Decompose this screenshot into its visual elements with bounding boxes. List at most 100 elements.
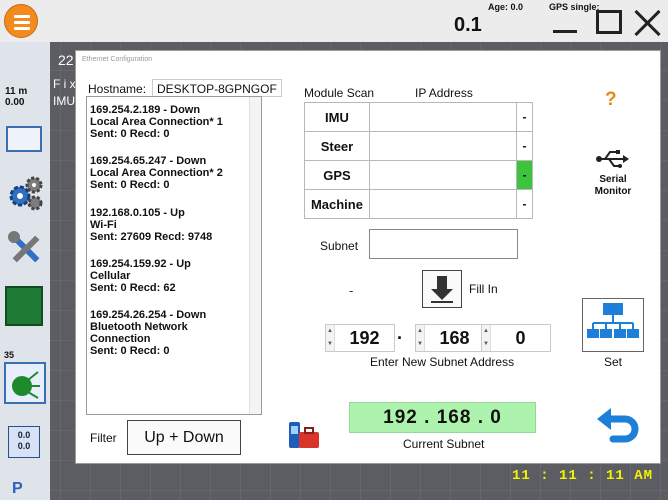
- offset-readout[interactable]: 0.0 0.0: [8, 426, 40, 458]
- back-arrow-icon[interactable]: [595, 405, 639, 449]
- module-status: -: [516, 189, 533, 219]
- module-name: Steer: [304, 131, 370, 161]
- interface-address: 169.254.159.92 - Up: [90, 258, 191, 270]
- maximize-icon[interactable]: [596, 10, 622, 34]
- set-button[interactable]: [582, 298, 644, 352]
- fill-in-button[interactable]: [422, 270, 462, 308]
- distance-readout: 11 m 0.00: [5, 86, 27, 108]
- module-ip: [368, 189, 518, 219]
- top-bar: Age: 0.0 GPS single: 0.1: [0, 0, 668, 42]
- interface-item: 169.254.2.189 - Down Local Area Connecti…: [90, 104, 223, 140]
- module-scan-table: IMU - Steer - GPS - Machine -: [304, 102, 533, 219]
- p-label: P: [12, 480, 23, 497]
- interface-address: 192.168.0.105 - Up: [90, 207, 185, 219]
- octet-1-stepper[interactable]: ▲ ▼ 192: [325, 324, 395, 352]
- octet-2-value: 168: [439, 327, 470, 348]
- octet-spin-icon[interactable]: ▲ ▼: [326, 325, 335, 351]
- module-status: -: [516, 131, 533, 161]
- module-ip: [368, 131, 518, 161]
- fill-in-label: Fill In: [469, 282, 498, 296]
- offset-value-2: 0.0: [17, 441, 31, 451]
- enter-subnet-label: Enter New Subnet Address: [370, 355, 515, 369]
- octet-separator: ·: [397, 328, 403, 348]
- usb-icon[interactable]: [595, 148, 629, 170]
- filter-button[interactable]: Up + Down: [127, 420, 241, 455]
- close-icon[interactable]: [633, 8, 663, 38]
- interface-address: 169.254.65.247 - Down: [90, 155, 207, 167]
- toolbox-icon[interactable]: [287, 420, 321, 452]
- interface-list-scrollbar[interactable]: [249, 97, 261, 414]
- hostname-value: DESKTOP-8GPNGOF: [152, 79, 282, 97]
- current-subnet-label: Current Subnet: [403, 437, 485, 451]
- module-status: -: [516, 102, 533, 132]
- interface-stats: Sent: 0 Recd: 0: [90, 179, 170, 191]
- module-name: IMU: [304, 102, 370, 132]
- distance-unit: 11 m: [5, 86, 28, 97]
- interface-name: Bluetooth Network: [90, 321, 188, 333]
- ip-address-label: IP Address: [415, 86, 473, 100]
- arrow-down-icon: [431, 276, 453, 303]
- filter-label: Filter: [90, 431, 117, 445]
- minimize-icon[interactable]: [553, 30, 577, 33]
- hostname-label: Hostname:: [88, 82, 147, 96]
- tools-icon[interactable]: [7, 230, 45, 268]
- clock: 11 : 11 : 11 AM: [512, 468, 654, 484]
- hamburger-menu-icon[interactable]: [4, 4, 38, 38]
- module-row-machine: Machine -: [304, 189, 533, 219]
- interface-stats: Sent: 0 Recd: 0: [90, 128, 170, 140]
- interface-name: Local Area Connection* 1: [90, 116, 223, 128]
- interface-name-cont: Connection: [90, 333, 151, 345]
- module-ip: [368, 160, 518, 190]
- field-map-icon[interactable]: [5, 286, 43, 326]
- offset-value-1: 0.0: [17, 430, 31, 440]
- bg-label-imu: IMU: [53, 94, 75, 108]
- set-label: Set: [604, 355, 623, 369]
- gps-status: GPS single:: [549, 2, 600, 12]
- interface-name: Wi-Fi: [90, 219, 117, 231]
- interface-name: Local Area Connection* 2: [90, 167, 223, 179]
- octet-1-value: 192: [349, 327, 380, 348]
- module-row-gps: GPS -: [304, 160, 533, 190]
- interface-address: 169.254.26.254 - Down: [90, 309, 207, 321]
- settings-gear-icon[interactable]: [7, 172, 45, 212]
- octet-3-value: 0: [515, 327, 526, 348]
- octet-2-stepper[interactable]: ▲ ▼ 168: [415, 324, 485, 352]
- network-icon: [587, 303, 639, 338]
- module-status: -: [516, 160, 533, 190]
- octet-3-stepper[interactable]: ▲ ▼ 0: [481, 324, 551, 352]
- interface-item: 169.254.159.92 - Up Cellular Sent: 0 Rec…: [90, 258, 191, 294]
- help-icon[interactable]: ?: [605, 89, 617, 111]
- current-subnet-display: 192 . 168 . 0: [349, 402, 536, 433]
- octet-spin-icon[interactable]: ▲ ▼: [482, 325, 491, 351]
- subnet-input[interactable]: [369, 229, 518, 259]
- left-toolbar: 11 m 0.00 35 0.0 0.0 P: [0, 42, 50, 500]
- bg-label-fix: F i x: [53, 77, 76, 91]
- subnet-label: Subnet: [320, 239, 359, 253]
- octet-spin-icon[interactable]: ▲ ▼: [416, 325, 425, 351]
- dialog-title: Ethernet Configuration: [82, 56, 153, 63]
- section-count: 35: [4, 350, 15, 360]
- module-name: Machine: [304, 189, 370, 219]
- interface-stats: Sent: 0 Recd: 62: [90, 282, 176, 294]
- interface-list[interactable]: 169.254.2.189 - Down Local Area Connecti…: [86, 96, 262, 415]
- interface-item: 192.168.0.105 - Up Wi-Fi Sent: 27609 Rec…: [90, 207, 212, 243]
- distance-value: 0.00: [5, 97, 25, 108]
- interface-stats: Sent: 0 Recd: 0: [90, 345, 170, 357]
- interface-item: 169.254.26.254 - Down Bluetooth Network …: [90, 309, 206, 357]
- module-ip: [368, 102, 518, 132]
- interface-name: Cellular: [90, 270, 131, 282]
- ethernet-config-dialog: Ethernet Configuration Hostname: DESKTOP…: [75, 50, 661, 464]
- interface-item: 169.254.65.247 - Down Local Area Connect…: [90, 155, 223, 191]
- bg-label-22: 22: [58, 52, 74, 68]
- subnet-dash: -: [349, 283, 354, 298]
- age-readout: Age: 0.0: [488, 2, 524, 12]
- interface-stats: Sent: 27609 Recd: 9748: [90, 231, 213, 243]
- serial-monitor-button[interactable]: Serial Monitor: [584, 174, 642, 198]
- module-row-steer: Steer -: [304, 131, 533, 161]
- network-node-icon[interactable]: [4, 362, 46, 404]
- module-row-imu: IMU -: [304, 102, 533, 132]
- module-scan-label: Module Scan: [304, 86, 375, 100]
- module-name: GPS: [304, 160, 370, 190]
- field-icon[interactable]: [6, 126, 42, 152]
- interface-address: 169.254.2.189 - Down: [90, 104, 201, 116]
